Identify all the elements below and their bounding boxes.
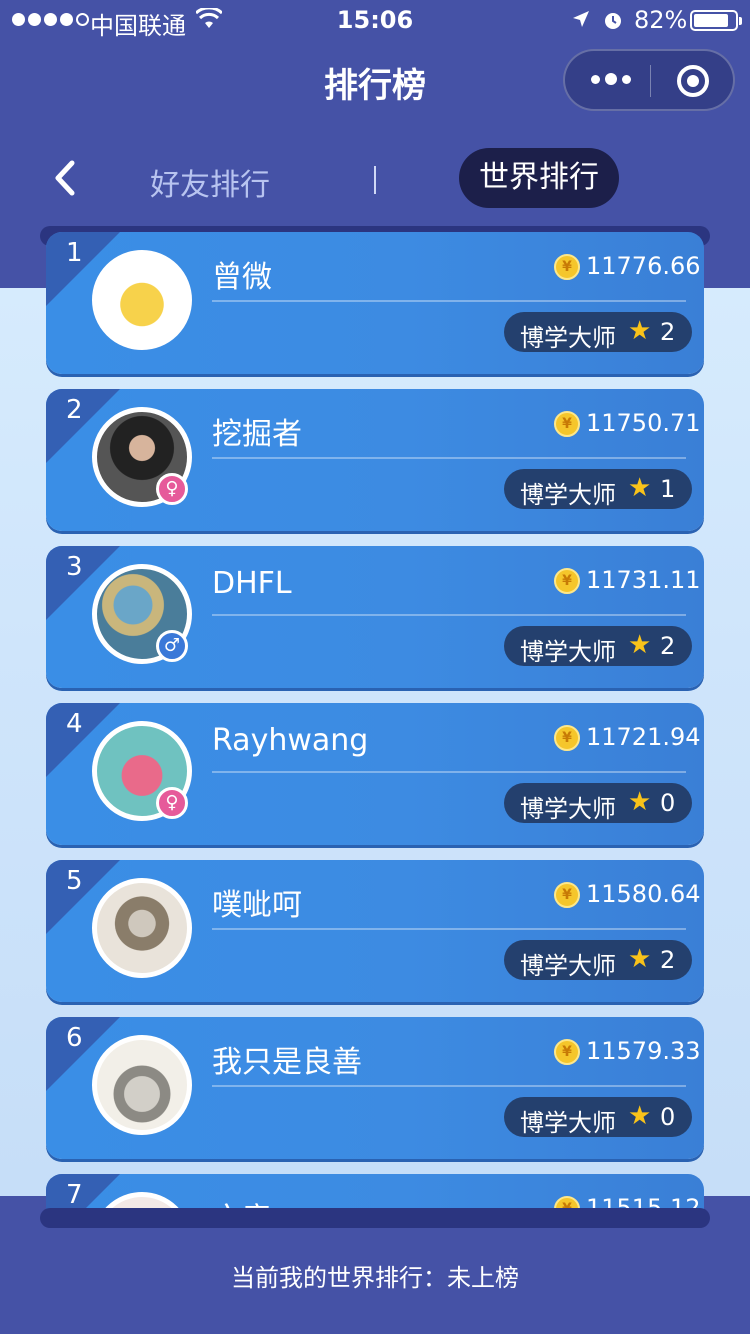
- battery-icon: [690, 10, 742, 31]
- user-name: 我只是良善: [212, 1045, 362, 1080]
- row-divider: [212, 928, 686, 930]
- star-count: 2: [660, 632, 676, 660]
- alarm-clock-icon: [605, 13, 621, 29]
- rank-number: 4: [66, 709, 83, 739]
- score-value: 11776.66: [586, 252, 701, 280]
- yuan-coin-icon: ¥: [554, 725, 580, 751]
- title-label: 博学大师: [520, 1109, 616, 1137]
- star-count: 0: [660, 789, 676, 817]
- score-value: 11579.33: [586, 1037, 701, 1065]
- title-badge: 博学大师 ★ 0: [504, 1097, 692, 1137]
- tab-world-ranking[interactable]: 世界排行: [459, 148, 619, 208]
- ranking-row[interactable]: 3 ♂ DHFL ¥ 11731.11 博学大师 ★ 2: [46, 546, 704, 688]
- star-count: 0: [660, 1103, 676, 1131]
- star-icon: ★: [628, 1101, 652, 1131]
- star-icon: ★: [628, 787, 652, 817]
- star-icon: ★: [628, 944, 652, 974]
- title-badge: 博学大师 ★ 2: [504, 626, 692, 666]
- target-icon[interactable]: [677, 65, 709, 97]
- tab-friends-ranking[interactable]: 好友排行: [150, 160, 270, 204]
- row-divider: [212, 614, 686, 616]
- user-name: 噗呲呵: [212, 888, 302, 923]
- title-label: 博学大师: [520, 638, 616, 666]
- title-label: 博学大师: [520, 324, 616, 352]
- ranking-row[interactable]: 5 噗呲呵 ¥ 11580.64 博学大师 ★ 2: [46, 860, 704, 1002]
- yuan-coin-icon: ¥: [554, 882, 580, 908]
- my-world-rank: 当前我的世界排行：未上榜: [231, 1264, 519, 1292]
- score-value: 11721.94: [586, 723, 701, 751]
- avatar[interactable]: [92, 250, 192, 350]
- mini-program-capsule: [563, 49, 735, 111]
- ranking-row[interactable]: 2 ♀ 挖掘者 ¥ 11750.71 博学大师 ★ 1: [46, 389, 704, 531]
- yuan-coin-icon: ¥: [554, 411, 580, 437]
- star-count: 2: [660, 318, 676, 346]
- female-icon: ♀: [156, 473, 188, 505]
- title-badge: 博学大师 ★ 2: [504, 312, 692, 352]
- star-icon: ★: [628, 630, 652, 660]
- title-label: 博学大师: [520, 481, 616, 509]
- star-icon: ★: [628, 316, 652, 346]
- user-name: 曾微: [212, 260, 272, 295]
- row-divider: [212, 1085, 686, 1087]
- yuan-coin-icon: ¥: [554, 254, 580, 280]
- score-value: 11750.71: [586, 409, 701, 437]
- score-value: 11580.64: [586, 880, 701, 908]
- male-icon: ♂: [156, 630, 188, 662]
- ranking-list[interactable]: 1 曾微 ¥ 11776.66 博学大师 ★ 2 2 ♀ 挖掘者 ¥ 11750…: [0, 228, 750, 1216]
- user-name: DHFL: [212, 566, 292, 601]
- star-count: 2: [660, 946, 676, 974]
- rank-number: 1: [66, 238, 83, 268]
- rank-number: 5: [66, 866, 83, 896]
- yuan-coin-icon: ¥: [554, 568, 580, 594]
- title-badge: 博学大师 ★ 0: [504, 783, 692, 823]
- ranking-row[interactable]: 4 ♀ Rayhwang ¥ 11721.94 博学大师 ★ 0: [46, 703, 704, 845]
- title-label: 博学大师: [520, 795, 616, 823]
- score-value: 11731.11: [586, 566, 701, 594]
- user-name: Rayhwang: [212, 723, 369, 758]
- avatar[interactable]: [92, 878, 192, 978]
- chevron-left-icon[interactable]: [50, 160, 80, 196]
- star-count: 1: [660, 475, 676, 503]
- more-dots-icon[interactable]: [591, 73, 631, 85]
- yuan-coin-icon: ¥: [554, 1039, 580, 1065]
- tab-divider: [374, 166, 376, 194]
- ranking-row[interactable]: 6 我只是良善 ¥ 11579.33 博学大师 ★ 0: [46, 1017, 704, 1159]
- avatar[interactable]: [92, 1035, 192, 1135]
- rank-number: 2: [66, 395, 83, 425]
- list-bottom-lip: [40, 1208, 710, 1228]
- user-name: 挖掘者: [212, 417, 302, 452]
- location-arrow-icon: [573, 11, 589, 27]
- rank-number: 3: [66, 552, 83, 582]
- capsule-divider: [650, 65, 651, 97]
- title-badge: 博学大师 ★ 2: [504, 940, 692, 980]
- battery-percentage: 82%: [634, 6, 688, 34]
- row-divider: [212, 300, 686, 302]
- ranking-row[interactable]: 1 曾微 ¥ 11776.66 博学大师 ★ 2: [46, 232, 704, 374]
- row-divider: [212, 771, 686, 773]
- title-badge: 博学大师 ★ 1: [504, 469, 692, 509]
- rank-number: 6: [66, 1023, 83, 1053]
- star-icon: ★: [628, 473, 652, 503]
- status-bar: 中国联通 15:06 82%: [0, 0, 750, 40]
- title-label: 博学大师: [520, 952, 616, 980]
- row-divider: [212, 457, 686, 459]
- rank-number: 7: [66, 1180, 83, 1210]
- female-icon: ♀: [156, 787, 188, 819]
